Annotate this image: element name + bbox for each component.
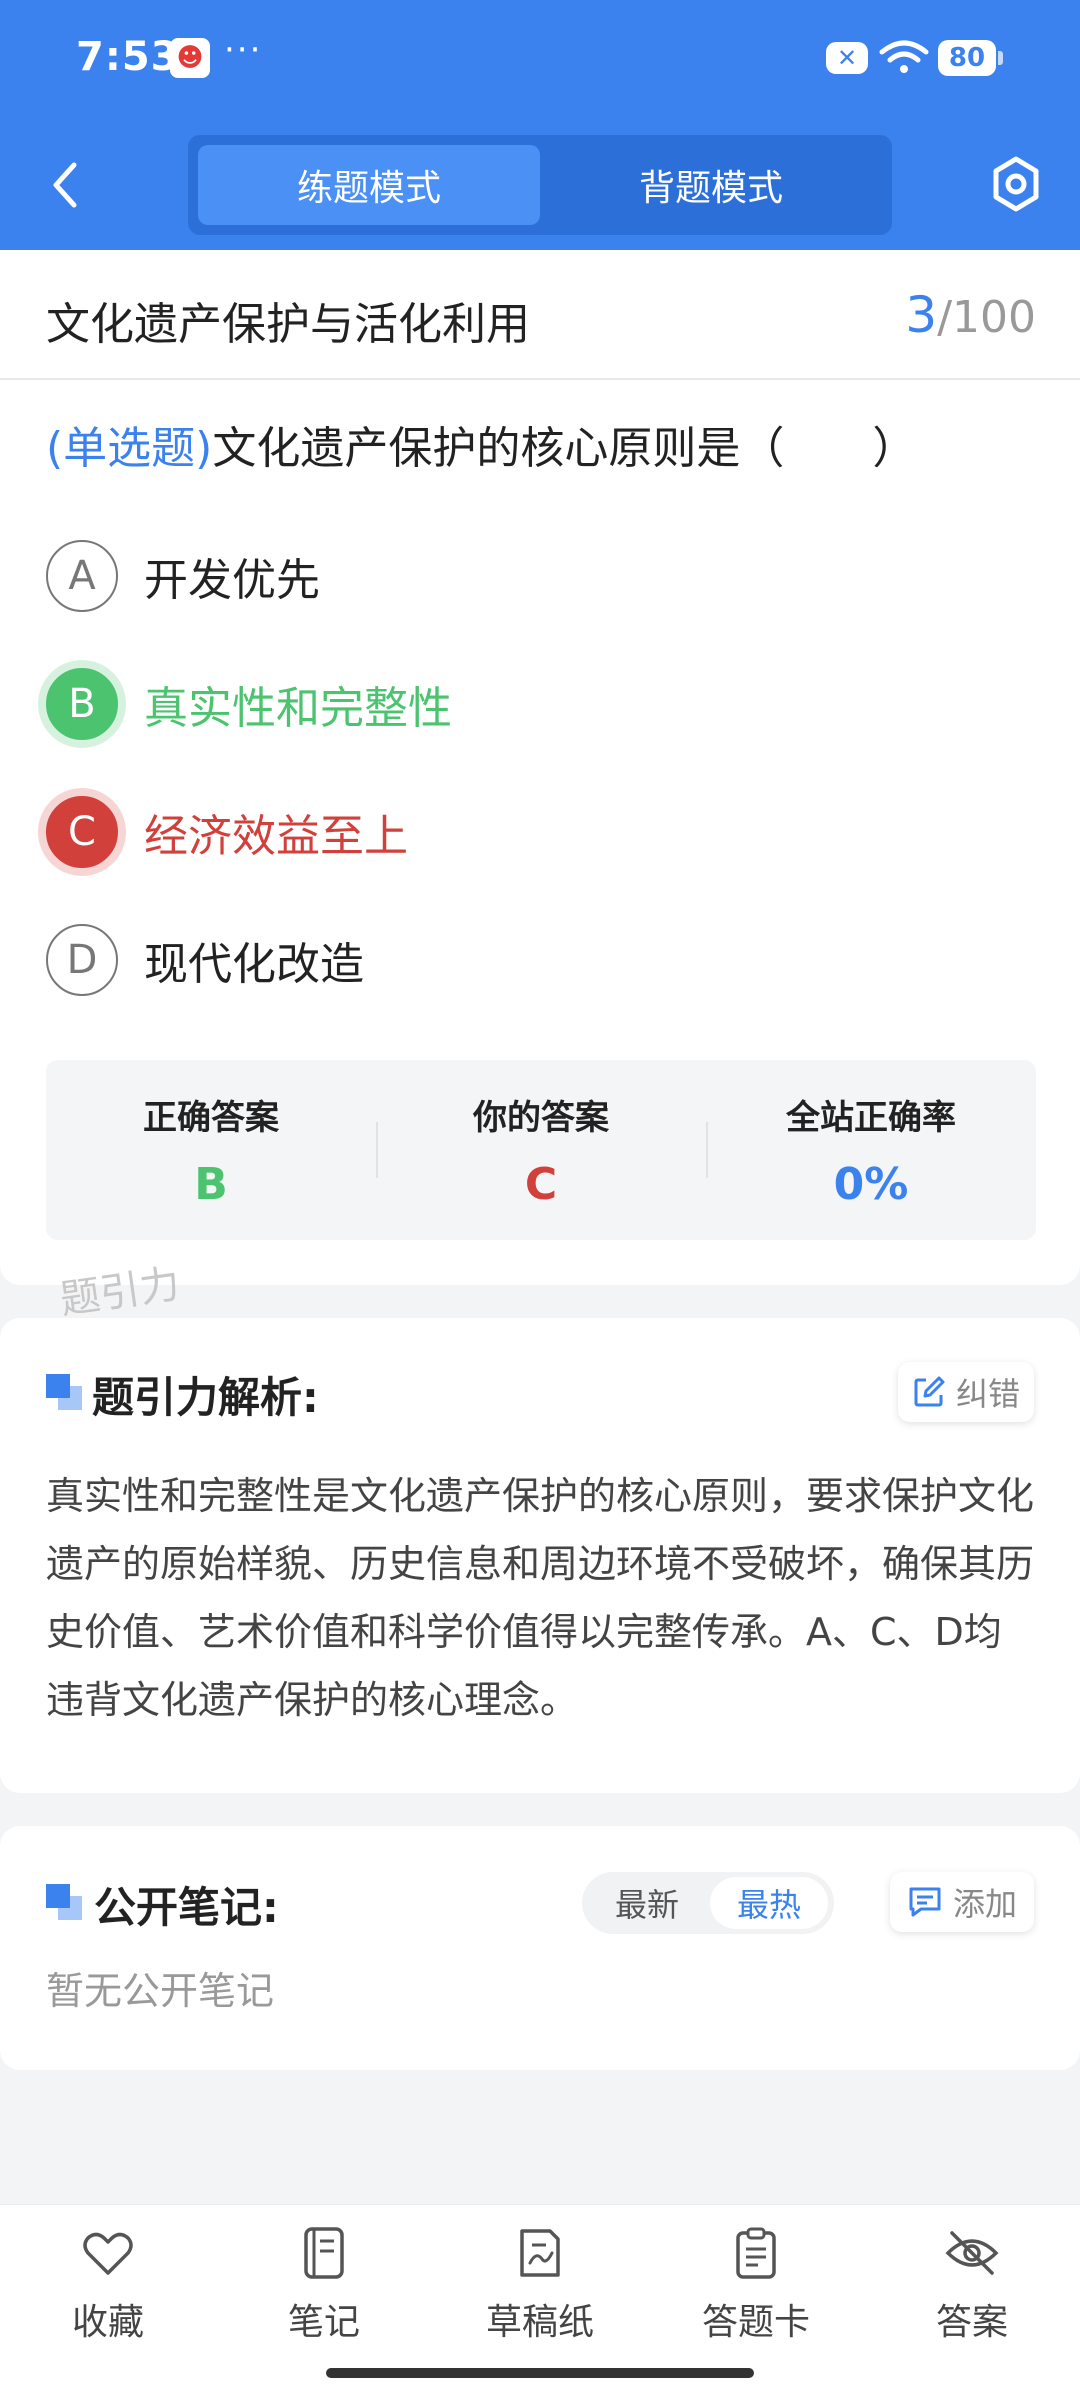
question-text: (单选题)文化遗产保护的核心原则是（ ） xyxy=(46,412,916,476)
report-error-label: 纠错 xyxy=(955,1375,1020,1413)
option-text: 真实性和完整性 xyxy=(144,683,452,734)
divider xyxy=(0,378,1080,380)
status-time: 7:53 xyxy=(76,34,180,80)
top-header: 7:53 ☻ ··· ✕ 80 练题模式 背题模式 xyxy=(0,0,1080,250)
notes-title: 公开笔记: xyxy=(94,1883,279,1932)
nav-draft[interactable]: 草稿纸 xyxy=(460,2225,620,2345)
option-letter: B xyxy=(46,668,118,740)
question-stem: 文化遗产保护的核心原则是（ ） xyxy=(212,423,917,474)
nav-label: 笔记 xyxy=(287,2302,360,2343)
question-progress: 3/100 xyxy=(905,286,1036,344)
option-text: 经济效益至上 xyxy=(144,811,408,862)
notebook-icon xyxy=(304,2227,344,2279)
empty-notes-text: 暂无公开笔记 xyxy=(46,1969,275,2013)
answer-summary: 正确答案 B 你的答案 C 全站正确率 0% xyxy=(46,1060,1036,1240)
your-answer-value: C xyxy=(524,1159,558,1210)
wifi-icon xyxy=(879,40,929,73)
question-type: (单选题) xyxy=(46,423,213,474)
option-letter: C xyxy=(46,796,118,868)
status-close-icon: ✕ xyxy=(826,42,868,74)
option-letter: D xyxy=(46,924,118,996)
nav-answer[interactable]: 答案 xyxy=(892,2225,1052,2345)
add-note-label: 添加 xyxy=(952,1885,1017,1923)
analysis-text: 真实性和完整性是文化遗产保护的核心原则，要求保护文化遗产的原始样貌、历史信息和周… xyxy=(46,1474,1035,1722)
heart-icon xyxy=(83,2232,133,2275)
section-title: 文化遗产保护与活化利用 xyxy=(46,299,530,350)
answer-sheet-icon xyxy=(736,2227,776,2279)
option-text: 开发优先 xyxy=(144,555,320,606)
your-answer-col: 你的答案 C xyxy=(376,1060,706,1240)
analysis-title: 题引力解析: xyxy=(92,1373,319,1422)
notes-sort-toggle: 最新 最热 xyxy=(582,1872,834,1934)
mode-switch: 练题模式 背题模式 xyxy=(188,135,892,235)
accuracy-col: 全站正确率 0% xyxy=(706,1060,1036,1240)
comment-icon xyxy=(909,1887,941,1917)
nav-notes[interactable]: 笔记 xyxy=(244,2225,404,2345)
tab-practice-mode[interactable]: 练题模式 xyxy=(198,145,540,225)
option-a[interactable]: A 开发优先 xyxy=(46,540,1006,612)
settings-icon[interactable] xyxy=(990,155,1042,213)
option-d[interactable]: D 现代化改造 xyxy=(46,924,1006,996)
option-letter: A xyxy=(46,540,118,612)
tab-memorize-mode[interactable]: 背题模式 xyxy=(540,145,882,225)
report-error-button[interactable]: 纠错 xyxy=(898,1362,1034,1422)
progress-total: /100 xyxy=(937,292,1036,343)
nav-label: 草稿纸 xyxy=(485,2302,594,2343)
correct-answer-value: B xyxy=(194,1159,228,1210)
nav-label: 答案 xyxy=(935,2302,1008,2343)
home-indicator[interactable] xyxy=(326,2368,754,2378)
correct-answer-label: 正确答案 xyxy=(143,1098,279,1138)
section-block-icon xyxy=(46,1374,82,1410)
accuracy-label: 全站正确率 xyxy=(786,1098,956,1138)
sort-hottest[interactable]: 最热 xyxy=(710,1877,828,1929)
eye-off-icon xyxy=(945,2231,999,2275)
option-text: 现代化改造 xyxy=(144,939,364,990)
option-b[interactable]: B 真实性和完整性 xyxy=(46,668,1006,740)
correct-answer-col: 正确答案 B xyxy=(46,1060,376,1240)
draft-icon xyxy=(520,2229,560,2277)
nav-label: 收藏 xyxy=(71,2302,144,2343)
chevron-left-icon xyxy=(53,162,77,208)
edit-icon xyxy=(914,1376,945,1407)
option-c[interactable]: C 经济效益至上 xyxy=(46,796,1006,868)
status-more: ··· xyxy=(224,30,263,70)
your-answer-label: 你的答案 xyxy=(473,1098,609,1138)
accuracy-value: 0% xyxy=(833,1159,909,1210)
back-button[interactable] xyxy=(40,155,90,215)
nav-label: 答题卡 xyxy=(701,2302,810,2343)
sort-latest[interactable]: 最新 xyxy=(588,1877,706,1929)
progress-current: 3 xyxy=(905,286,938,344)
app-notification-icon: ☻ xyxy=(170,38,210,78)
battery-icon: 80 xyxy=(938,40,1003,76)
nav-favorite[interactable]: 收藏 xyxy=(28,2225,188,2345)
nav-answer-sheet[interactable]: 答题卡 xyxy=(676,2225,836,2345)
notes-card xyxy=(0,1826,1080,2070)
add-note-button[interactable]: 添加 xyxy=(890,1872,1034,1932)
section-block-icon xyxy=(46,1884,82,1920)
